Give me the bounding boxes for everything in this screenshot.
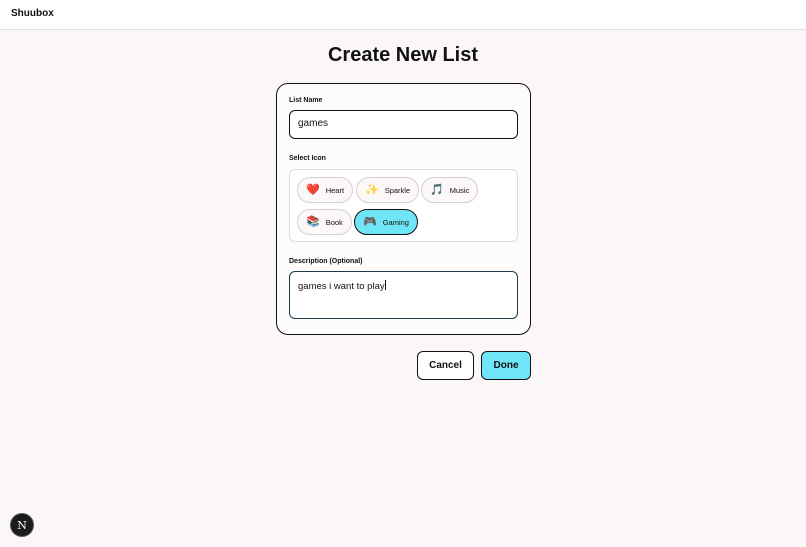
- icon-option-label: Heart: [325, 185, 345, 195]
- icon-option-label: Music: [449, 185, 470, 195]
- page-title: Create New List: [327, 44, 479, 66]
- sparkle-icon: ✨: [365, 183, 379, 196]
- description-textarea[interactable]: games i want to play: [289, 271, 518, 319]
- select-icon-label: Select Icon: [289, 155, 326, 162]
- done-button[interactable]: Done: [481, 351, 531, 380]
- description-label: Description (Optional): [289, 258, 363, 265]
- gaming-icon: 🎮: [363, 215, 377, 228]
- brand-logo[interactable]: Shuubox: [11, 8, 54, 19]
- icon-option-music[interactable]: 🎵 Music: [421, 177, 479, 203]
- icon-option-label: Sparkle: [384, 185, 411, 195]
- top-bar: Shuubox: [0, 0, 806, 30]
- description-text: games i want to play: [298, 281, 385, 292]
- icon-option-label: Gaming: [382, 217, 409, 227]
- icon-option-gaming[interactable]: 🎮 Gaming: [354, 209, 418, 235]
- icon-selector: ❤️ Heart ✨ Sparkle 🎵 Music 📚 Book 🎮 Gami…: [289, 169, 518, 242]
- list-name-label: List Name: [289, 97, 323, 104]
- list-name-input[interactable]: games: [289, 110, 518, 139]
- create-list-form: List Name games Select Icon ❤️ Heart ✨ S…: [276, 83, 531, 335]
- icon-option-heart[interactable]: ❤️ Heart: [297, 177, 354, 203]
- icon-option-label: Book: [325, 217, 343, 227]
- book-icon: 📚: [306, 215, 320, 228]
- cancel-button[interactable]: Cancel: [417, 351, 474, 380]
- nextjs-dev-badge[interactable]: N: [10, 513, 34, 537]
- music-icon: 🎵: [430, 183, 444, 196]
- icon-option-sparkle[interactable]: ✨ Sparkle: [356, 177, 420, 203]
- icon-option-book[interactable]: 📚 Book: [297, 209, 352, 235]
- heart-icon: ❤️: [306, 183, 320, 196]
- text-cursor: [384, 280, 386, 290]
